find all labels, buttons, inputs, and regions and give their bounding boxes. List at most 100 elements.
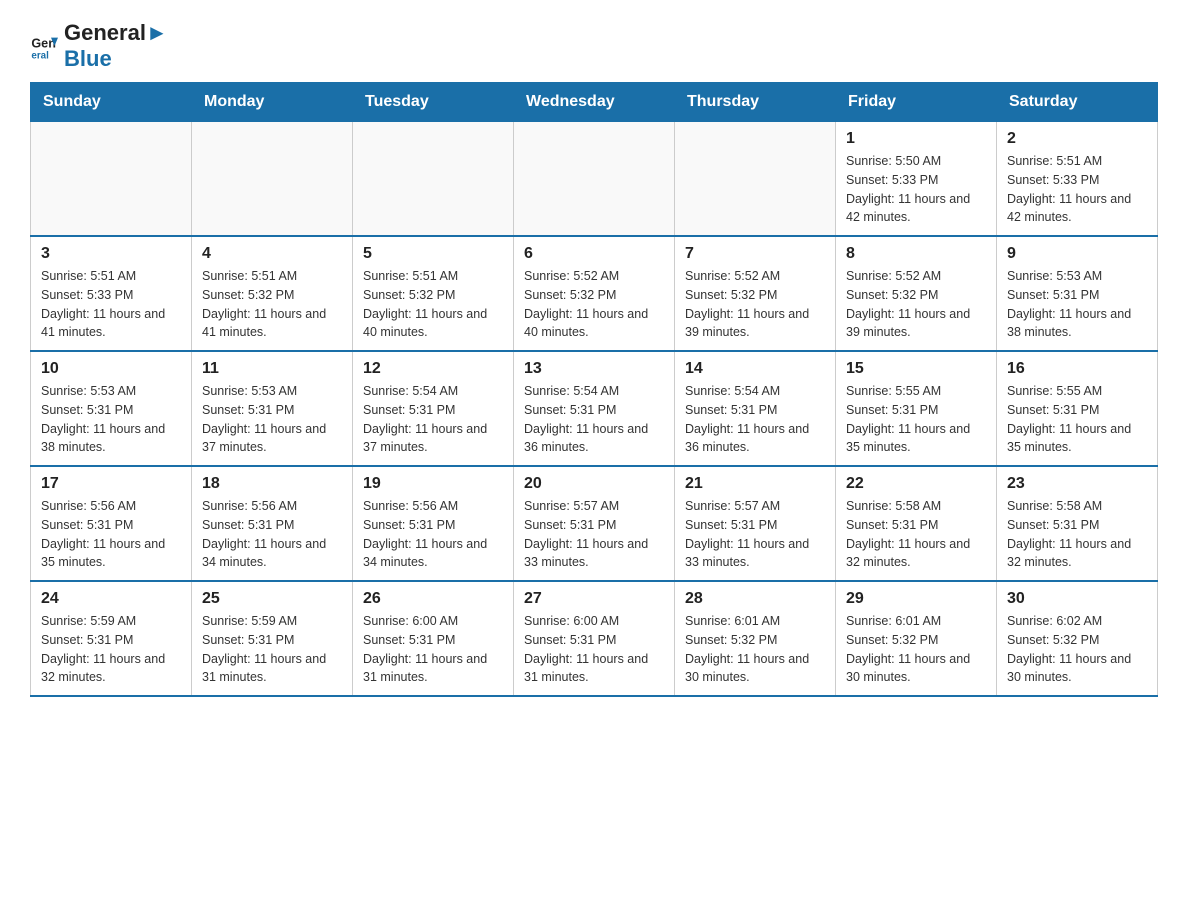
day-number: 25 xyxy=(202,590,342,608)
day-number: 24 xyxy=(41,590,181,608)
day-info: Sunrise: 5:52 AM Sunset: 5:32 PM Dayligh… xyxy=(685,267,825,342)
calendar-cell: 28 Sunrise: 6:01 AM Sunset: 5:32 PM Dayli… xyxy=(675,581,836,696)
calendar-cell: 4 Sunrise: 5:51 AM Sunset: 5:32 PM Daylig… xyxy=(192,236,353,351)
weekday-header-wednesday: Wednesday xyxy=(514,83,675,122)
calendar-cell xyxy=(514,122,675,237)
weekday-row: SundayMondayTuesdayWednesdayThursdayFrid… xyxy=(31,83,1158,122)
day-info: Sunrise: 5:51 AM Sunset: 5:33 PM Dayligh… xyxy=(41,267,181,342)
calendar-cell: 17Sunrise: 5:56 AM Sunset: 5:31 PM Dayli… xyxy=(31,466,192,581)
day-number: 19 xyxy=(363,475,503,493)
calendar-cell: 16Sunrise: 5:55 AM Sunset: 5:31 PM Dayli… xyxy=(997,351,1158,466)
day-info: Sunrise: 5:58 AM Sunset: 5:31 PM Dayligh… xyxy=(846,497,986,572)
day-info: Sunrise: 5:53 AM Sunset: 5:31 PM Dayligh… xyxy=(1007,267,1147,342)
day-info: Sunrise: 5:51 AM Sunset: 5:33 PM Dayligh… xyxy=(1007,152,1147,227)
day-number: 28 xyxy=(685,590,825,608)
day-number: 6 xyxy=(524,245,664,263)
day-info: Sunrise: 5:58 AM Sunset: 5:31 PM Dayligh… xyxy=(1007,497,1147,572)
calendar-cell: 24 Sunrise: 5:59 AM Sunset: 5:31 PM Dayli… xyxy=(31,581,192,696)
day-number: 11 xyxy=(202,360,342,378)
weekday-header-friday: Friday xyxy=(836,83,997,122)
day-number: 18 xyxy=(202,475,342,493)
calendar-cell: 29Sunrise: 6:01 AM Sunset: 5:32 PM Dayli… xyxy=(836,581,997,696)
calendar-cell xyxy=(675,122,836,237)
day-info: Sunrise: 5:59 AM Sunset: 5:31 PM Dayligh… xyxy=(41,612,181,687)
day-number: 30 xyxy=(1007,590,1147,608)
day-number: 16 xyxy=(1007,360,1147,378)
calendar-cell: 11 Sunrise: 5:53 AM Sunset: 5:31 PM Dayli… xyxy=(192,351,353,466)
calendar-cell: 5 Sunrise: 5:51 AM Sunset: 5:32 PM Daylig… xyxy=(353,236,514,351)
calendar-body: 1 Sunrise: 5:50 AM Sunset: 5:33 PM Daylig… xyxy=(31,122,1158,697)
day-info: Sunrise: 5:56 AM Sunset: 5:31 PM Dayligh… xyxy=(363,497,503,572)
day-number: 8 xyxy=(846,245,986,263)
calendar-cell: 30 Sunrise: 6:02 AM Sunset: 5:32 PM Dayli… xyxy=(997,581,1158,696)
calendar-week-5: 24 Sunrise: 5:59 AM Sunset: 5:31 PM Dayli… xyxy=(31,581,1158,696)
day-info: Sunrise: 5:52 AM Sunset: 5:32 PM Dayligh… xyxy=(524,267,664,342)
calendar-header: SundayMondayTuesdayWednesdayThursdayFrid… xyxy=(31,83,1158,122)
weekday-header-tuesday: Tuesday xyxy=(353,83,514,122)
day-number: 1 xyxy=(846,130,986,148)
day-info: Sunrise: 5:57 AM Sunset: 5:31 PM Dayligh… xyxy=(524,497,664,572)
day-number: 20 xyxy=(524,475,664,493)
day-number: 10 xyxy=(41,360,181,378)
day-info: Sunrise: 5:54 AM Sunset: 5:31 PM Dayligh… xyxy=(685,382,825,457)
calendar-cell: 21 Sunrise: 5:57 AM Sunset: 5:31 PM Dayli… xyxy=(675,466,836,581)
day-info: Sunrise: 6:01 AM Sunset: 5:32 PM Dayligh… xyxy=(685,612,825,687)
calendar-cell: 1 Sunrise: 5:50 AM Sunset: 5:33 PM Daylig… xyxy=(836,122,997,237)
weekday-header-thursday: Thursday xyxy=(675,83,836,122)
day-number: 4 xyxy=(202,245,342,263)
calendar-cell: 14Sunrise: 5:54 AM Sunset: 5:31 PM Dayli… xyxy=(675,351,836,466)
calendar-week-3: 10 Sunrise: 5:53 AM Sunset: 5:31 PM Dayli… xyxy=(31,351,1158,466)
svg-text:eral: eral xyxy=(31,51,49,60)
day-number: 2 xyxy=(1007,130,1147,148)
day-info: Sunrise: 5:50 AM Sunset: 5:33 PM Dayligh… xyxy=(846,152,986,227)
day-number: 3 xyxy=(41,245,181,263)
logo: Gen eral General► Blue xyxy=(30,20,168,72)
calendar-cell: 20 Sunrise: 5:57 AM Sunset: 5:31 PM Dayli… xyxy=(514,466,675,581)
calendar-cell: 19 Sunrise: 5:56 AM Sunset: 5:31 PM Dayli… xyxy=(353,466,514,581)
day-info: Sunrise: 6:02 AM Sunset: 5:32 PM Dayligh… xyxy=(1007,612,1147,687)
weekday-header-monday: Monday xyxy=(192,83,353,122)
calendar-cell: 27 Sunrise: 6:00 AM Sunset: 5:31 PM Dayli… xyxy=(514,581,675,696)
day-number: 26 xyxy=(363,590,503,608)
calendar-cell: 23 Sunrise: 5:58 AM Sunset: 5:31 PM Dayli… xyxy=(997,466,1158,581)
logo-text-blue: Blue xyxy=(64,46,112,71)
day-info: Sunrise: 5:51 AM Sunset: 5:32 PM Dayligh… xyxy=(202,267,342,342)
day-number: 17 xyxy=(41,475,181,493)
day-info: Sunrise: 5:54 AM Sunset: 5:31 PM Dayligh… xyxy=(363,382,503,457)
day-number: 5 xyxy=(363,245,503,263)
calendar-week-1: 1 Sunrise: 5:50 AM Sunset: 5:33 PM Daylig… xyxy=(31,122,1158,237)
day-number: 15 xyxy=(846,360,986,378)
calendar-week-4: 17 Sunrise: 5:56 AM Sunset: 5:31 PM Dayli… xyxy=(31,466,1158,581)
calendar-cell xyxy=(192,122,353,237)
calendar-cell: 7 Sunrise: 5:52 AM Sunset: 5:32 PM Daylig… xyxy=(675,236,836,351)
calendar-cell: 9 Sunrise: 5:53 AM Sunset: 5:31 PM Daylig… xyxy=(997,236,1158,351)
logo-triangle: ► xyxy=(146,20,168,46)
day-number: 9 xyxy=(1007,245,1147,263)
day-number: 27 xyxy=(524,590,664,608)
calendar-cell: 26 Sunrise: 6:00 AM Sunset: 5:31 PM Dayli… xyxy=(353,581,514,696)
day-number: 23 xyxy=(1007,475,1147,493)
calendar-cell: 15 Sunrise: 5:55 AM Sunset: 5:31 PM Dayli… xyxy=(836,351,997,466)
day-info: Sunrise: 6:00 AM Sunset: 5:31 PM Dayligh… xyxy=(363,612,503,687)
day-info: Sunrise: 6:01 AM Sunset: 5:32 PM Dayligh… xyxy=(846,612,986,687)
page-header: Gen eral General► Blue xyxy=(30,20,1158,72)
day-info: Sunrise: 6:00 AM Sunset: 5:31 PM Dayligh… xyxy=(524,612,664,687)
day-info: Sunrise: 5:56 AM Sunset: 5:31 PM Dayligh… xyxy=(202,497,342,572)
calendar-cell: 25 Sunrise: 5:59 AM Sunset: 5:31 PM Dayli… xyxy=(192,581,353,696)
day-info: Sunrise: 5:59 AM Sunset: 5:31 PM Dayligh… xyxy=(202,612,342,687)
day-info: Sunrise: 5:55 AM Sunset: 5:31 PM Dayligh… xyxy=(846,382,986,457)
day-number: 12 xyxy=(363,360,503,378)
day-info: Sunrise: 5:54 AM Sunset: 5:31 PM Dayligh… xyxy=(524,382,664,457)
day-number: 21 xyxy=(685,475,825,493)
day-info: Sunrise: 5:53 AM Sunset: 5:31 PM Dayligh… xyxy=(41,382,181,457)
calendar-cell: 3 Sunrise: 5:51 AM Sunset: 5:33 PM Daylig… xyxy=(31,236,192,351)
day-number: 22 xyxy=(846,475,986,493)
day-info: Sunrise: 5:53 AM Sunset: 5:31 PM Dayligh… xyxy=(202,382,342,457)
day-info: Sunrise: 5:51 AM Sunset: 5:32 PM Dayligh… xyxy=(363,267,503,342)
day-info: Sunrise: 5:57 AM Sunset: 5:31 PM Dayligh… xyxy=(685,497,825,572)
day-number: 13 xyxy=(524,360,664,378)
day-number: 7 xyxy=(685,245,825,263)
calendar-cell xyxy=(31,122,192,237)
calendar-cell: 8Sunrise: 5:52 AM Sunset: 5:32 PM Daylig… xyxy=(836,236,997,351)
weekday-header-saturday: Saturday xyxy=(997,83,1158,122)
